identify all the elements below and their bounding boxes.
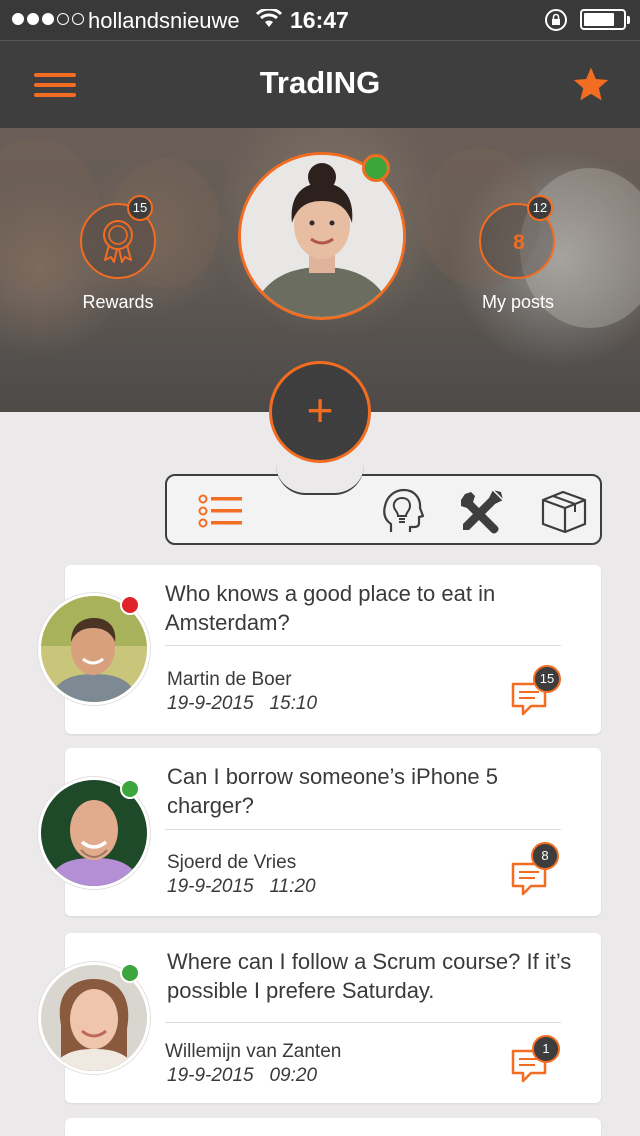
- comment-count-badge: 1: [532, 1035, 560, 1063]
- rewards-label: Rewards: [82, 292, 154, 312]
- rotation-lock-icon: [545, 9, 567, 31]
- filter-bar: [165, 474, 602, 545]
- signal-strength-icon: [12, 13, 84, 25]
- user-online-status: [120, 963, 140, 983]
- user-online-status: [120, 779, 140, 799]
- wifi-icon: [256, 9, 282, 27]
- clock: 16:47: [290, 7, 349, 33]
- post-question: Where can I follow a Scrum course? If it…: [167, 949, 572, 1003]
- comment-count-badge: 8: [531, 842, 559, 870]
- carrier-name: hollandsnieuwe: [88, 8, 240, 33]
- app-title: TradING: [259, 65, 381, 100]
- post-card[interactable]: [65, 1118, 601, 1136]
- tools-icon[interactable]: [457, 486, 507, 536]
- post-date: 19-9-2015 09:20: [167, 1065, 318, 1086]
- my-posts-badge: 12: [527, 195, 553, 221]
- add-post-button[interactable]: +: [269, 361, 371, 463]
- post-date: 19-9-2015 15:10: [167, 693, 318, 714]
- post-author: Willemijn van Zanten: [165, 1041, 342, 1062]
- my-posts-count: 8: [513, 231, 525, 254]
- comment-count-badge: 15: [533, 665, 561, 693]
- post-author: Sjoerd de Vries: [167, 852, 297, 873]
- list-icon[interactable]: [195, 486, 245, 536]
- star-icon[interactable]: [570, 65, 612, 105]
- box-icon[interactable]: [539, 486, 589, 536]
- my-posts-label: My posts: [481, 292, 555, 312]
- status-bar: hollandsnieuwe 16:47: [0, 0, 640, 40]
- post-date: 19-9-2015 11:20: [167, 876, 316, 897]
- post-question: Who knows a good place to eat in Amsterd…: [165, 581, 496, 635]
- nav-bar: TradING: [0, 40, 640, 128]
- battery-icon: [580, 9, 630, 30]
- post-question: Can I borrow someone’s iPhone 5 charger?: [167, 764, 499, 818]
- user-busy-status: [120, 595, 140, 615]
- rewards-badge: 15: [127, 195, 153, 221]
- profile-online-status: [362, 154, 390, 182]
- post-author: Martin de Boer: [167, 669, 292, 690]
- lightbulb-head-icon[interactable]: [377, 486, 427, 536]
